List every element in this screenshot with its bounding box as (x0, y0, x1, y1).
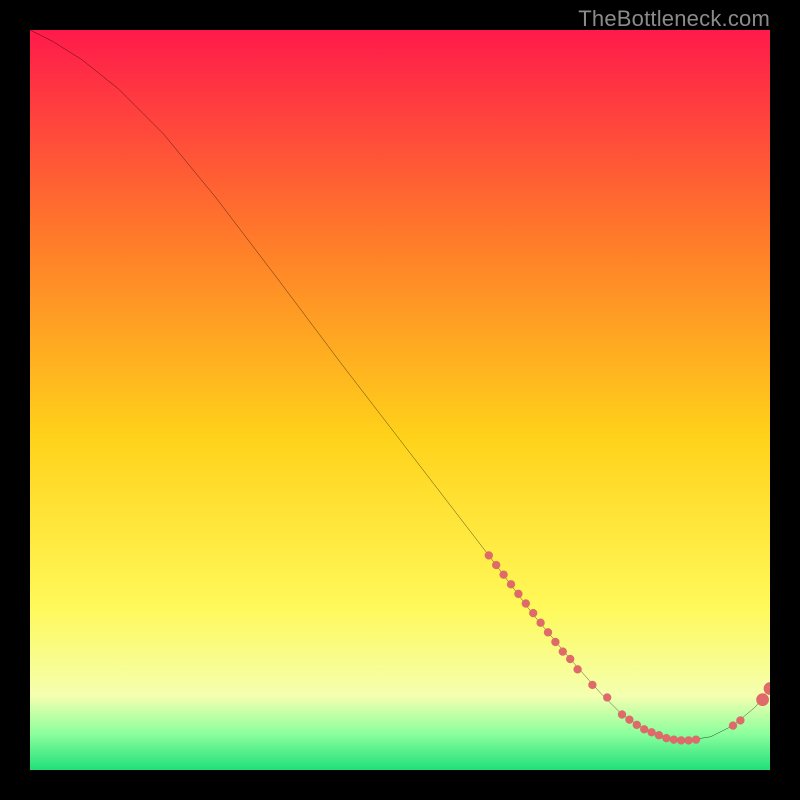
curve-marker (551, 638, 559, 646)
curve-marker (662, 734, 670, 742)
curve-marker (729, 722, 737, 730)
curve-marker (485, 551, 493, 559)
curve-marker (692, 736, 700, 744)
curve-marker (492, 561, 500, 569)
curve-marker (633, 721, 641, 729)
curve-marker (640, 725, 648, 733)
gradient-background (30, 30, 770, 770)
curve-marker (544, 628, 552, 636)
watermark-text: TheBottleneck.com (578, 6, 770, 32)
chart-stage: TheBottleneck.com (0, 0, 800, 800)
curve-marker (529, 609, 537, 617)
curve-marker (655, 731, 663, 739)
curve-marker (537, 619, 545, 627)
curve-marker (574, 665, 582, 673)
curve-marker (522, 599, 530, 607)
curve-marker (736, 716, 744, 724)
curve-marker (677, 736, 685, 744)
curve-marker (648, 728, 656, 736)
curve-marker (756, 693, 769, 706)
curve-marker (559, 648, 567, 656)
curve-marker (588, 681, 596, 689)
bottleneck-chart (30, 30, 770, 770)
curve-marker (566, 655, 574, 663)
curve-marker (625, 716, 633, 724)
curve-marker (670, 736, 678, 744)
curve-marker (618, 710, 626, 718)
curve-marker (507, 580, 515, 588)
curve-marker (500, 571, 508, 579)
curve-marker (514, 590, 522, 598)
curve-marker (603, 693, 611, 701)
curve-marker (685, 736, 693, 744)
